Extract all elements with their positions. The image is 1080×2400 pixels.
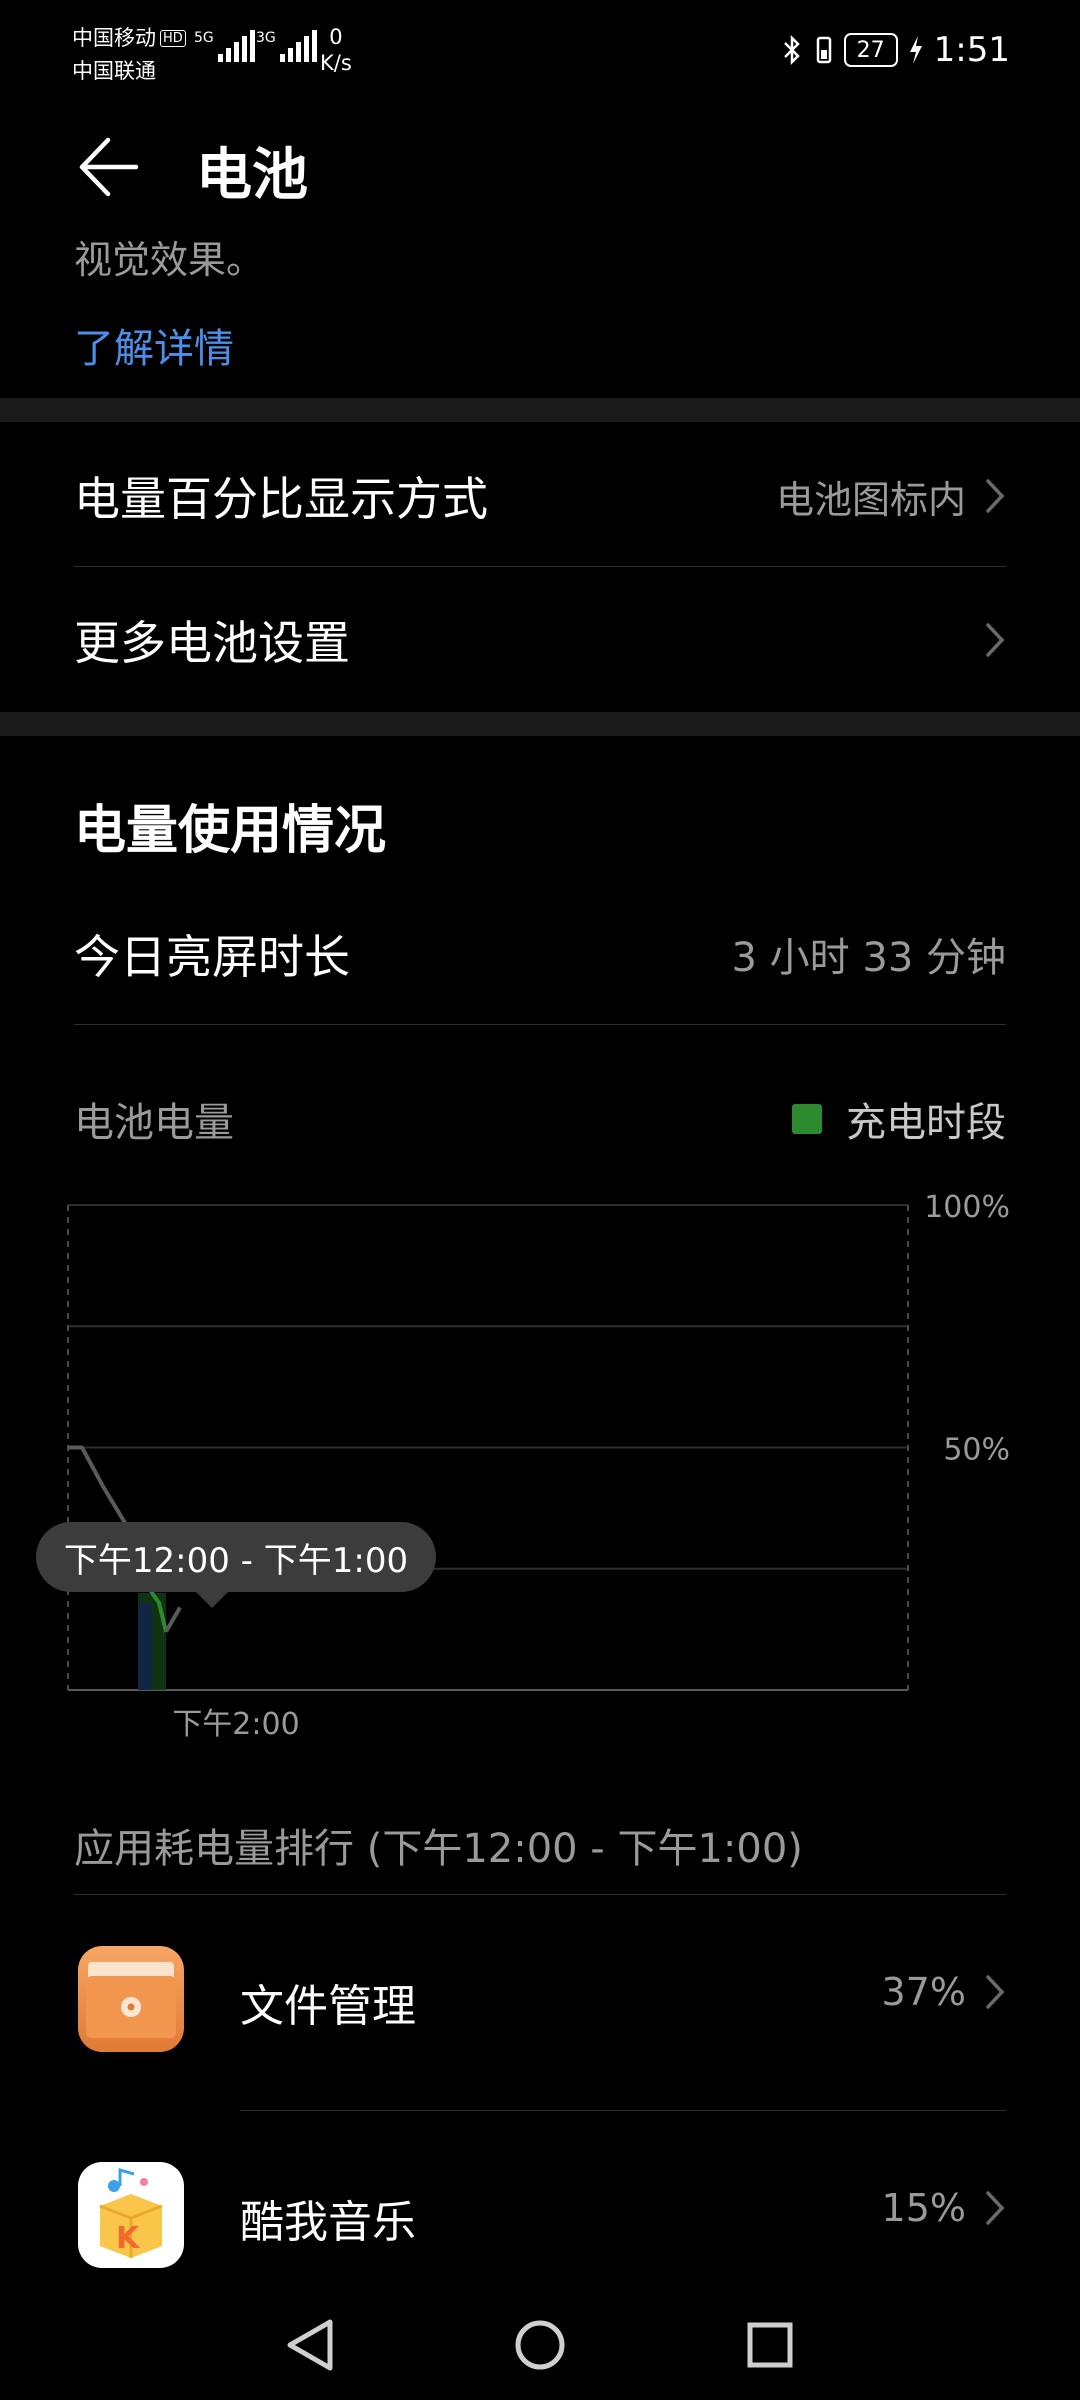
battery-icon: 27 xyxy=(843,33,898,67)
clock: 1:51 xyxy=(933,30,1010,70)
row-divider xyxy=(74,1024,1006,1025)
more-battery-settings-row[interactable]: 更多电池设置 xyxy=(74,568,1006,712)
ranking-title: 应用耗电量排行 (下午12:00 - 下午1:00) xyxy=(74,1826,803,1872)
nav-recents-icon[interactable] xyxy=(747,2322,793,2368)
navigation-bar xyxy=(287,2319,793,2371)
legend-swatch xyxy=(792,1104,822,1134)
chart-title: 电池电量 xyxy=(74,1100,234,1146)
bluetooth-icon xyxy=(783,34,800,66)
signal-5g-icon: 5G xyxy=(194,30,255,62)
network-speed: 0 K/s xyxy=(320,25,352,75)
legend-label: 充电时段 xyxy=(846,1100,1006,1146)
screen-on-time-row: 今日亮屏时长 3 小时 33 分钟 xyxy=(74,882,1006,1026)
selected-range-tooltip: 下午12:00 - 下午1:00 xyxy=(36,1522,436,1608)
vibrate-icon xyxy=(816,36,831,64)
screen-on-value: 3 小时 33 分钟 xyxy=(731,935,1007,981)
more-battery-settings-label: 更多电池设置 xyxy=(74,616,350,670)
chevron-right-icon xyxy=(985,2190,1005,2226)
app-name: 酷我音乐 xyxy=(240,2197,416,2248)
row-divider xyxy=(74,1894,1006,1895)
chevron-right-icon xyxy=(985,622,1005,658)
row-divider xyxy=(74,566,1006,567)
music-app-icon: K xyxy=(78,2162,184,2268)
nav-home-icon[interactable] xyxy=(515,2320,565,2370)
percent-display-label: 电量百分比显示方式 xyxy=(74,472,488,526)
chevron-right-icon xyxy=(985,1974,1005,2010)
section-separator xyxy=(0,398,1080,422)
percent-display-value: 电池图标内 xyxy=(775,477,966,522)
y-tick-label: 100% xyxy=(924,1190,1010,1225)
hd-badge: HD xyxy=(160,30,186,47)
app-row-kuwo-music[interactable]: K 酷我音乐 15% xyxy=(74,2136,1006,2306)
signal-3g-icon: 3G xyxy=(256,30,317,62)
selected-period-bar xyxy=(138,1602,152,1690)
battery-settings-page: { "status_bar": { "carrier1": "中国移动", "c… xyxy=(0,0,1080,2400)
x-tick-label: 下午2:00 xyxy=(172,1707,299,1742)
percent-display-row[interactable]: 电量百分比显示方式 电池图标内 xyxy=(74,424,1006,568)
usage-section-title: 电量使用情况 xyxy=(74,801,387,861)
app-percent: 37% xyxy=(881,1970,966,2014)
page-title: 电池 xyxy=(196,143,308,208)
status-right: 27 1:51 xyxy=(782,30,1010,70)
learn-more-link[interactable]: 了解详情 xyxy=(74,316,234,374)
carrier-info: 中国移动 HD 中国联通 xyxy=(72,22,186,87)
back-arrow-icon[interactable] xyxy=(74,134,140,200)
app-percent: 15% xyxy=(881,2186,966,2230)
nav-back-icon[interactable] xyxy=(287,2319,333,2371)
chevron-right-icon xyxy=(985,478,1005,514)
screen-on-label: 今日亮屏时长 xyxy=(74,930,350,984)
y-tick-label: 50% xyxy=(943,1433,1010,1468)
app-name: 文件管理 xyxy=(240,1981,416,2032)
chart-legend: 充电时段 xyxy=(792,1090,1006,1148)
charging-icon xyxy=(909,36,922,64)
chart-header: 电池电量 充电时段 xyxy=(74,1090,1006,1148)
row-divider xyxy=(240,2110,1006,2111)
carrier-2: 中国联通 xyxy=(72,59,156,83)
app-row-file-manager[interactable]: 文件管理 37% xyxy=(74,1920,1006,2090)
battery-line-segment xyxy=(164,1606,182,1633)
section-separator xyxy=(0,712,1080,736)
folder-app-icon xyxy=(78,1946,184,2052)
battery-level-chart[interactable]: 100% 50% 下午2:00 xyxy=(0,1180,1080,1760)
svg-text:K: K xyxy=(116,2221,141,2256)
carrier-1: 中国移动 xyxy=(72,26,156,50)
status-bar: 中国移动 HD 中国联通 5G 3G 0 K/s 27 1:51 xyxy=(0,0,1080,110)
intro-text: 视觉效果。 xyxy=(74,240,265,280)
